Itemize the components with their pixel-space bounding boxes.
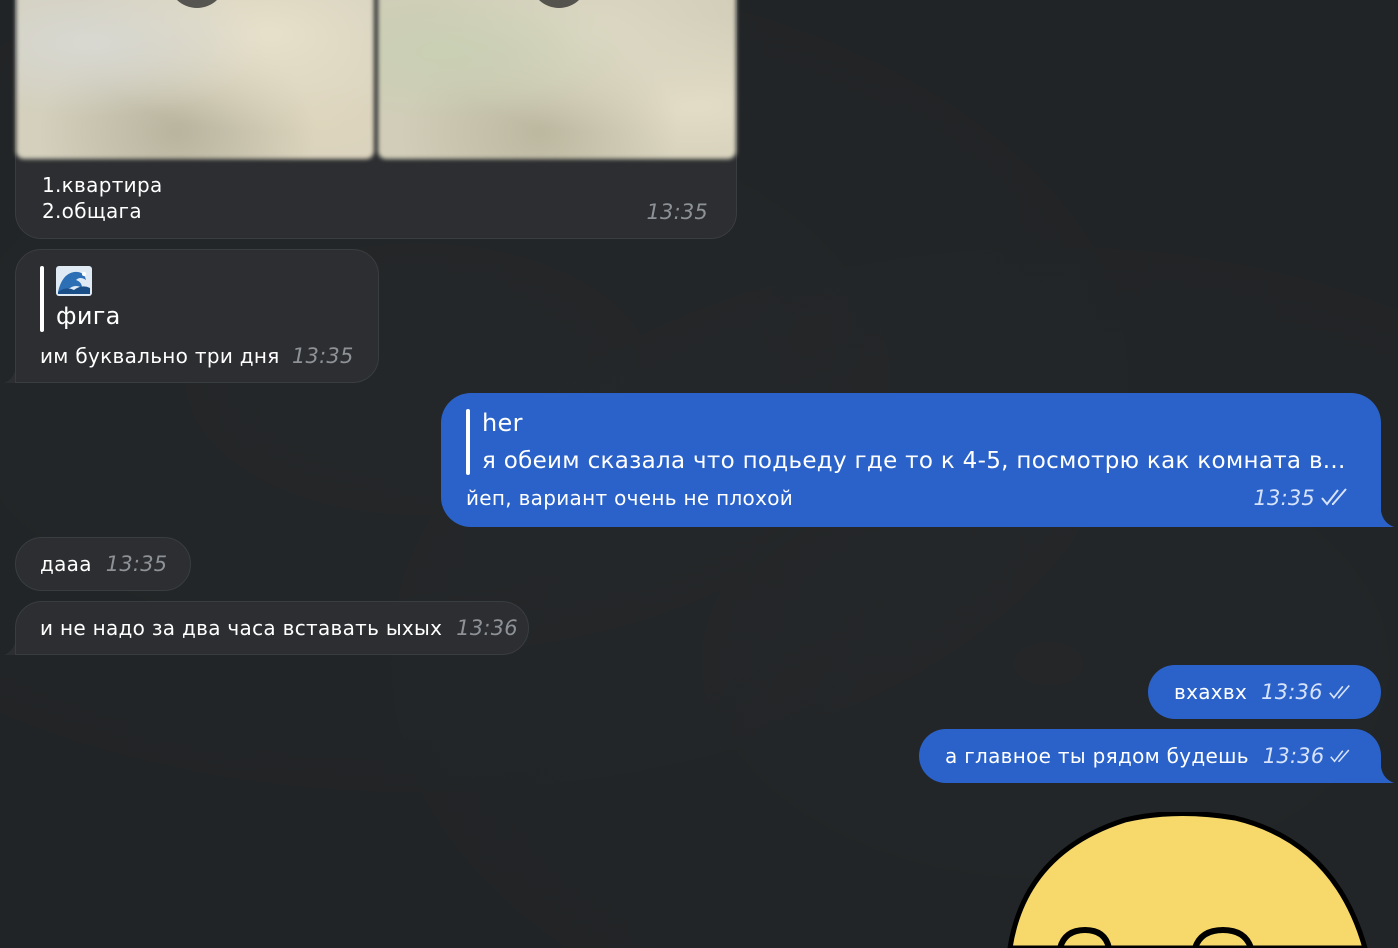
video-thumbnail[interactable] <box>16 0 374 159</box>
reply-quote-text: фига <box>56 302 121 330</box>
message-time: 13:36 <box>1262 744 1325 768</box>
message-text: йеп, вариант очень не плохой <box>466 486 794 510</box>
message-outgoing[interactable]: her я обеим сказала что подьеду где то к… <box>441 393 1381 527</box>
reply-bar <box>40 266 44 332</box>
caption-line: 2.общага <box>42 199 142 223</box>
message-time: 13:35 <box>105 552 168 576</box>
message-time: 13:35 <box>646 200 708 224</box>
message-album[interactable]: 1.квартира 2.общага 13:35 <box>15 0 737 239</box>
message-time: 13:35 <box>1253 486 1315 510</box>
message-time: 13:35 <box>292 344 354 368</box>
double-check-icon <box>1330 749 1350 763</box>
message-meta: 13:35 <box>1253 486 1351 510</box>
message-text: вхахвх <box>1174 680 1248 704</box>
chat-view[interactable]: 1.квартира 2.общага 13:35 фига им буквал… <box>0 0 1398 948</box>
message-outgoing[interactable]: вхахвх 13:36 <box>1148 665 1381 719</box>
message-text: и не надо за два часа вставать ыхых <box>40 616 443 640</box>
video-thumbnail[interactable] <box>378 0 736 159</box>
message-text: им буквально три дня <box>40 344 280 368</box>
reply-bar <box>466 409 470 475</box>
message-caption: 1.квартира 2.общага <box>42 172 163 224</box>
message-time: 13:36 <box>456 616 518 640</box>
message-text: дааа <box>40 552 92 576</box>
message-incoming[interactable]: дааа 13:35 <box>15 537 191 591</box>
message-text: а главное ты рядом будешь <box>945 744 1249 768</box>
caption-line: 1.квартира <box>42 173 163 197</box>
double-check-icon <box>1328 684 1350 699</box>
sticker-yellow-face[interactable] <box>1005 812 1398 948</box>
reply-quote-text: я обеим сказала что подьеду где то к 4-5… <box>482 448 1346 474</box>
message-incoming[interactable]: фига им буквально три дня 13:35 <box>15 249 379 383</box>
message-outgoing[interactable]: а главное ты рядом будешь 13:36 <box>919 729 1381 783</box>
message-time: 13:36 <box>1261 680 1323 704</box>
double-check-icon <box>1321 488 1347 506</box>
message-incoming[interactable]: и не надо за два часа вставать ыхых 13:3… <box>15 601 529 655</box>
wave-emoji-icon <box>56 266 92 296</box>
reply-author: her <box>482 409 523 437</box>
